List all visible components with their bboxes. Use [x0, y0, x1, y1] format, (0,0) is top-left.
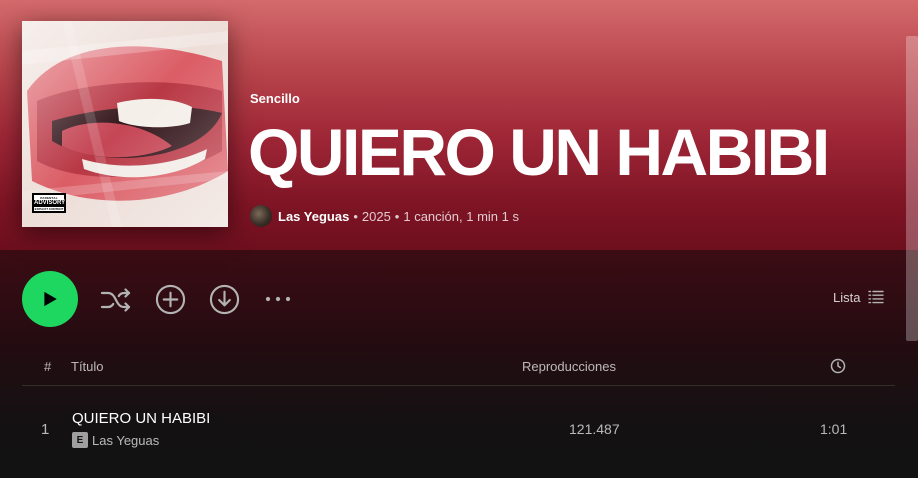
scrollbar[interactable]	[906, 36, 918, 341]
album-cover: PARENTAL ADVISORY EXPLICIT CONTENT	[22, 21, 228, 227]
track-number: 1	[41, 421, 50, 438]
play-button[interactable]	[22, 271, 78, 327]
view-mode-toggle[interactable]: Lista	[833, 289, 885, 305]
clock-icon	[830, 358, 846, 374]
more-icon	[265, 296, 291, 302]
column-header-title: Título	[71, 359, 104, 374]
explicit-badge: E	[72, 432, 88, 448]
album-meta: Las Yeguas • 2025 • 1 canción, 1 min 1 s	[250, 204, 519, 228]
shuffle-icon	[100, 288, 131, 312]
download-button[interactable]	[208, 283, 240, 315]
play-icon	[44, 291, 57, 307]
track-subtitle: E Las Yeguas	[72, 432, 159, 448]
artist-avatar[interactable]	[250, 205, 272, 227]
artist-link[interactable]: Las Yeguas	[278, 209, 349, 224]
parental-advisory-label: PARENTAL ADVISORY EXPLICIT CONTENT	[32, 193, 66, 213]
download-icon	[209, 284, 239, 314]
album-page: PARENTAL ADVISORY EXPLICIT CONTENT Senci…	[0, 0, 918, 478]
more-options-button[interactable]	[264, 289, 292, 309]
track-summary: 1 canción, 1 min 1 s	[403, 208, 519, 224]
add-circle-icon	[155, 284, 185, 314]
list-view-icon	[868, 290, 885, 304]
release-type-label: Sencillo	[250, 91, 300, 106]
release-year: 2025	[361, 208, 391, 224]
meta-separator: •	[353, 208, 358, 224]
track-artist-link[interactable]: Las Yeguas	[92, 433, 159, 448]
shuffle-button[interactable]	[99, 284, 133, 316]
track-title[interactable]: QUIERO UN HABIBI	[72, 410, 210, 427]
meta-separator: •	[394, 208, 400, 224]
column-header-duration	[830, 358, 846, 377]
advisory-line3: EXPLICIT CONTENT	[34, 206, 64, 211]
column-header-plays: Reproducciones	[522, 359, 616, 374]
track-duration: 1:01	[820, 421, 848, 437]
advisory-line2: ADVISORY	[34, 199, 66, 207]
column-header-number: #	[44, 359, 52, 374]
add-to-library-button[interactable]	[154, 283, 186, 315]
track-plays: 121.487	[569, 421, 620, 437]
header-divider	[22, 385, 895, 386]
view-mode-label: Lista	[833, 289, 861, 305]
album-title: QUIERO UN HABIBI	[248, 115, 830, 189]
